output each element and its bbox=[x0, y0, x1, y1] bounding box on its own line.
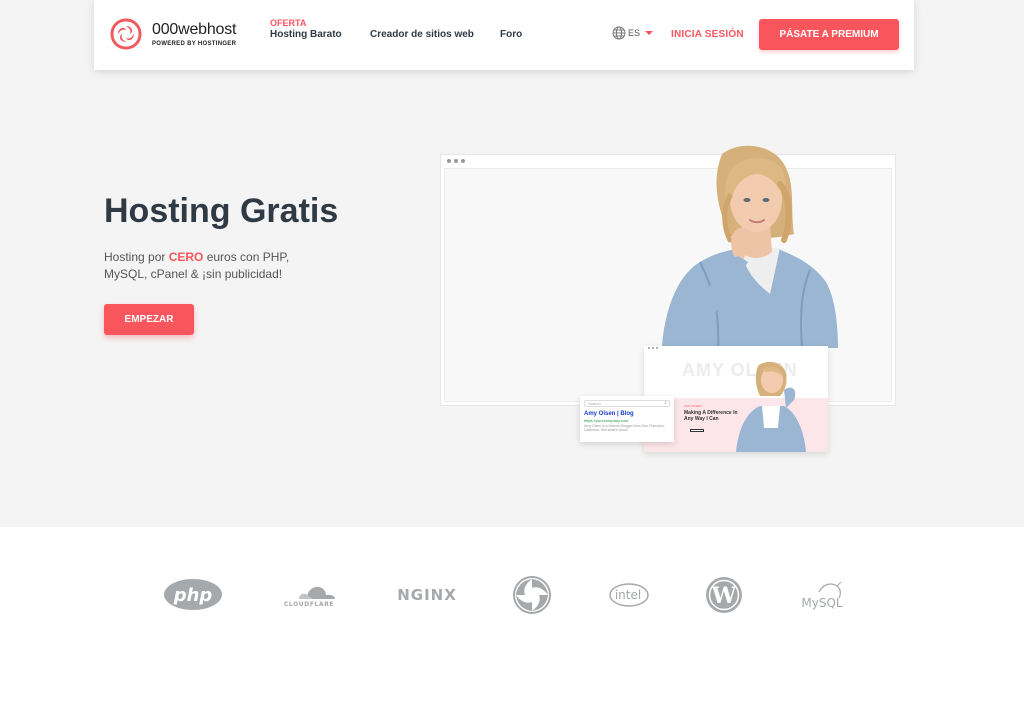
cloudflare-logo-text: CLOUDFLARE bbox=[284, 601, 334, 608]
preview-toolbar bbox=[644, 346, 828, 351]
woman-photo bbox=[662, 145, 838, 348]
top-navbar: 000webhost POWERED BY HOSTINGER OFERTA H… bbox=[94, 0, 914, 70]
empezar-button[interactable]: EMPEZAR bbox=[104, 304, 194, 335]
language-selector[interactable]: ES bbox=[612, 26, 654, 40]
window-dots bbox=[447, 159, 465, 163]
php-logo-text: php bbox=[173, 585, 213, 606]
nginx-logo-icon: NGINX bbox=[397, 586, 457, 604]
mysql-logo-icon: MySQL bbox=[801, 581, 843, 610]
nav-link-hosting-barato[interactable]: Hosting Barato bbox=[270, 29, 342, 40]
tech-logos-section bbox=[0, 527, 1024, 702]
login-link[interactable]: INICIA SESIÓN bbox=[671, 29, 744, 40]
logo-name: 000webhost bbox=[152, 20, 237, 38]
serp-search-bar: Search ⌕ bbox=[584, 400, 670, 407]
swirl-logo-icon bbox=[110, 18, 142, 50]
globe-icon bbox=[612, 26, 626, 40]
search-result-card: Search ⌕ Amy Olsen | Blog https://yourcom… bbox=[580, 396, 674, 442]
serp-description: Amy Olsen is a Natural Blogger from San … bbox=[584, 424, 666, 432]
search-icon: ⌕ bbox=[664, 400, 667, 406]
hero-title: Hosting Gratis bbox=[104, 192, 339, 230]
svg-text:W: W bbox=[711, 583, 737, 609]
000webhost-swirl-icon bbox=[513, 576, 551, 614]
hero-subtitle: Hosting por CERO euros con PHP, MySQL, c… bbox=[104, 249, 334, 283]
php-logo-icon: php bbox=[164, 579, 222, 610]
preview-woman-photo bbox=[736, 361, 806, 452]
nginx-logo-text: NGINX bbox=[397, 586, 457, 604]
nav-link-foro[interactable]: Foro bbox=[500, 29, 522, 40]
serp-search-placeholder: Search bbox=[588, 401, 601, 406]
brand-logo[interactable]: 000webhost POWERED BY HOSTINGER bbox=[106, 14, 236, 54]
chevron-down-icon bbox=[645, 31, 654, 35]
cloudflare-logo-icon: CLOUDFLARE bbox=[284, 586, 335, 608]
serp-url: https://yourcompany.com bbox=[584, 418, 629, 423]
intel-logo-icon: intel bbox=[609, 583, 649, 607]
intel-logo-text: intel bbox=[615, 588, 641, 602]
oferta-badge: OFERTA bbox=[270, 18, 307, 28]
preview-button bbox=[690, 429, 704, 432]
wordpress-logo-icon: W bbox=[706, 577, 742, 613]
hero-subtitle-highlight: CERO bbox=[168, 250, 204, 264]
language-code: ES bbox=[628, 28, 641, 38]
serp-title: Amy Olsen | Blog bbox=[584, 411, 634, 417]
preview-kicker: AMY OLSEN bbox=[684, 404, 702, 408]
logo-tagline: POWERED BY HOSTINGER bbox=[152, 40, 237, 47]
nav-link-creador-sitios[interactable]: Creador de sitios web bbox=[370, 29, 474, 40]
hero-subtitle-pre: Hosting por bbox=[104, 250, 169, 264]
premium-button[interactable]: PÁSATE A PREMIUM bbox=[759, 19, 899, 50]
mysql-logo-text: MySQL bbox=[801, 596, 843, 610]
